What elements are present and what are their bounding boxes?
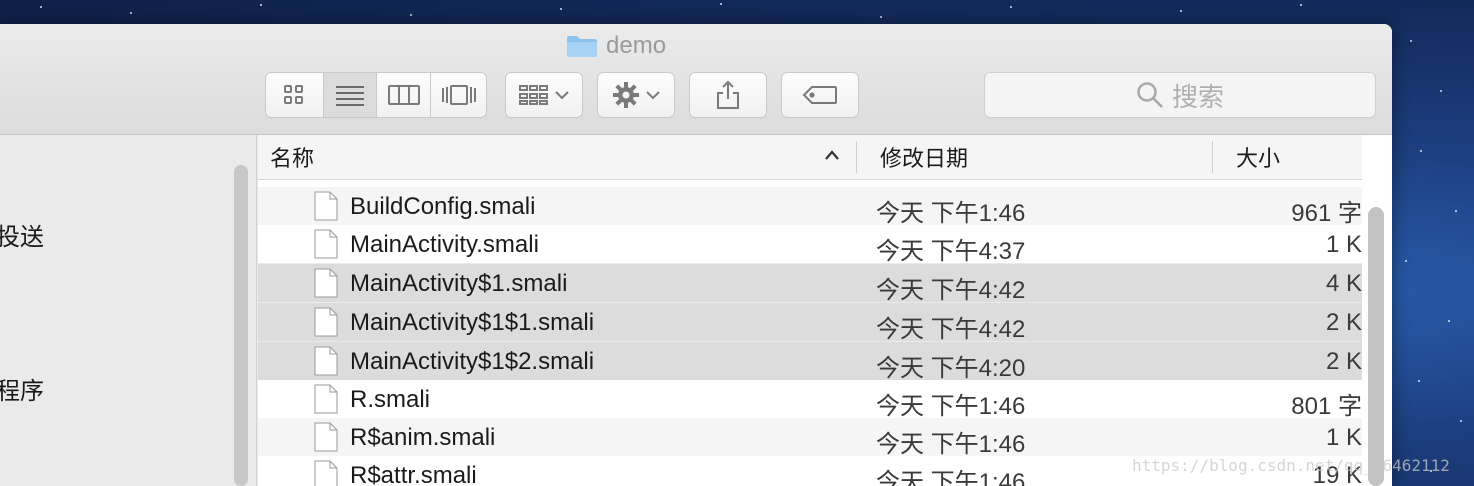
file-name: R$anim.smali <box>350 424 496 451</box>
document-icon <box>314 384 338 414</box>
file-name: BuildConfig.smali <box>350 193 536 220</box>
tag-icon <box>802 86 837 104</box>
column-header-size[interactable]: 大小 <box>1236 135 1280 179</box>
file-date: 今天 下午1:46 <box>876 469 1026 486</box>
watermark-text: https://blog.csdn.net/qq_36462112 <box>1132 456 1450 475</box>
column-view-icon <box>387 85 420 105</box>
search-placeholder: 搜索 <box>1171 81 1224 112</box>
sidebar-item-applications[interactable]: 程序 <box>0 371 44 406</box>
table-row[interactable]: MainActivity.smali 今天 下午4:37 1 K <box>258 225 1362 265</box>
document-icon <box>314 460 338 486</box>
file-size: 961 字 <box>1291 200 1362 227</box>
document-icon <box>314 191 338 221</box>
window-title: demo <box>566 32 666 60</box>
icon-view-icon <box>284 85 304 104</box>
file-rows: BuildConfig.smali 今天 下午1:46 961 字 MainAc… <box>258 187 1362 486</box>
column-view-button[interactable] <box>377 73 432 117</box>
document-icon <box>314 422 338 452</box>
file-size: 801 字 <box>1291 393 1362 420</box>
table-row[interactable]: MainActivity$1.smali 今天 下午4:42 4 K <box>258 263 1362 304</box>
vertical-scrollbar[interactable] <box>1368 207 1384 486</box>
sidebar-scrollbar[interactable] <box>234 165 248 486</box>
table-row[interactable]: R.smali 今天 下午1:46 801 字 <box>258 380 1362 420</box>
folder-icon <box>566 34 598 58</box>
file-name: MainActivity$1$2.smali <box>350 348 595 375</box>
file-date: 今天 下午4:42 <box>876 316 1026 343</box>
list-view-button[interactable] <box>323 73 378 117</box>
file-name: MainActivity.smali <box>350 231 539 258</box>
action-button[interactable] <box>597 72 675 118</box>
column-header: 名称 修改日期 大小 <box>258 135 1362 180</box>
file-date: 今天 下午4:37 <box>876 238 1026 265</box>
document-icon <box>314 346 338 376</box>
search-field[interactable]: 搜索 <box>984 72 1376 118</box>
chevron-down-icon <box>555 91 569 100</box>
table-row[interactable]: BuildConfig.smali 今天 下午1:46 961 字 <box>258 187 1362 227</box>
column-divider[interactable] <box>1212 141 1213 173</box>
tag-button[interactable] <box>781 72 859 118</box>
search-icon <box>1137 82 1163 108</box>
icon-view-button[interactable] <box>266 73 324 117</box>
title-bar: demo 搜索 <box>0 24 1392 135</box>
file-date: 今天 下午1:46 <box>876 393 1026 420</box>
file-date: 今天 下午4:20 <box>876 355 1026 382</box>
sort-ascending-icon <box>825 150 839 160</box>
view-mode-segment <box>265 72 487 118</box>
file-name: R$attr.smali <box>350 462 477 486</box>
cover-flow-button[interactable] <box>431 73 486 117</box>
file-name: MainActivity$1.smali <box>350 270 568 297</box>
gear-icon <box>613 82 639 108</box>
finder-window: demo 搜索 投送 程序 名称 修改日期 大小 BuildConfig.sma… <box>0 24 1392 486</box>
column-header-date[interactable]: 修改日期 <box>880 135 968 179</box>
group-by-button[interactable] <box>505 72 583 118</box>
sidebar-item-airdrop[interactable]: 投送 <box>0 217 44 252</box>
table-row[interactable]: MainActivity$1$2.smali 今天 下午4:20 2 K <box>258 341 1362 382</box>
file-size: 4 K <box>1325 270 1362 297</box>
file-name: MainActivity$1$1.smali <box>350 309 595 336</box>
table-row[interactable]: MainActivity$1$1.smali 今天 下午4:42 2 K <box>258 302 1362 343</box>
file-date: 今天 下午1:46 <box>876 200 1026 227</box>
document-icon <box>314 268 338 298</box>
cover-flow-icon <box>441 85 476 105</box>
column-divider[interactable] <box>856 141 857 173</box>
chevron-down-icon <box>646 91 660 100</box>
table-row[interactable]: R$anim.smali 今天 下午1:46 1 K <box>258 418 1362 458</box>
group-by-icon <box>519 85 548 105</box>
window-title-text: demo <box>606 32 667 59</box>
toolbar: 搜索 <box>0 72 1392 120</box>
file-name: R.smali <box>350 386 431 413</box>
file-size: 1 K <box>1325 231 1362 258</box>
sidebar: 投送 程序 <box>0 135 257 486</box>
share-icon <box>717 80 739 109</box>
column-header-name[interactable]: 名称 <box>270 135 314 179</box>
file-date: 今天 下午1:46 <box>876 431 1026 458</box>
share-button[interactable] <box>689 72 767 118</box>
file-date: 今天 下午4:42 <box>876 277 1026 304</box>
list-view-icon <box>336 86 365 106</box>
document-icon <box>314 229 338 259</box>
file-size: 1 K <box>1325 424 1362 451</box>
document-icon <box>314 307 338 337</box>
file-size: 2 K <box>1325 309 1362 336</box>
file-size: 2 K <box>1325 348 1362 375</box>
file-list: 名称 修改日期 大小 BuildConfig.smali 今天 下午1:46 9… <box>258 135 1392 486</box>
